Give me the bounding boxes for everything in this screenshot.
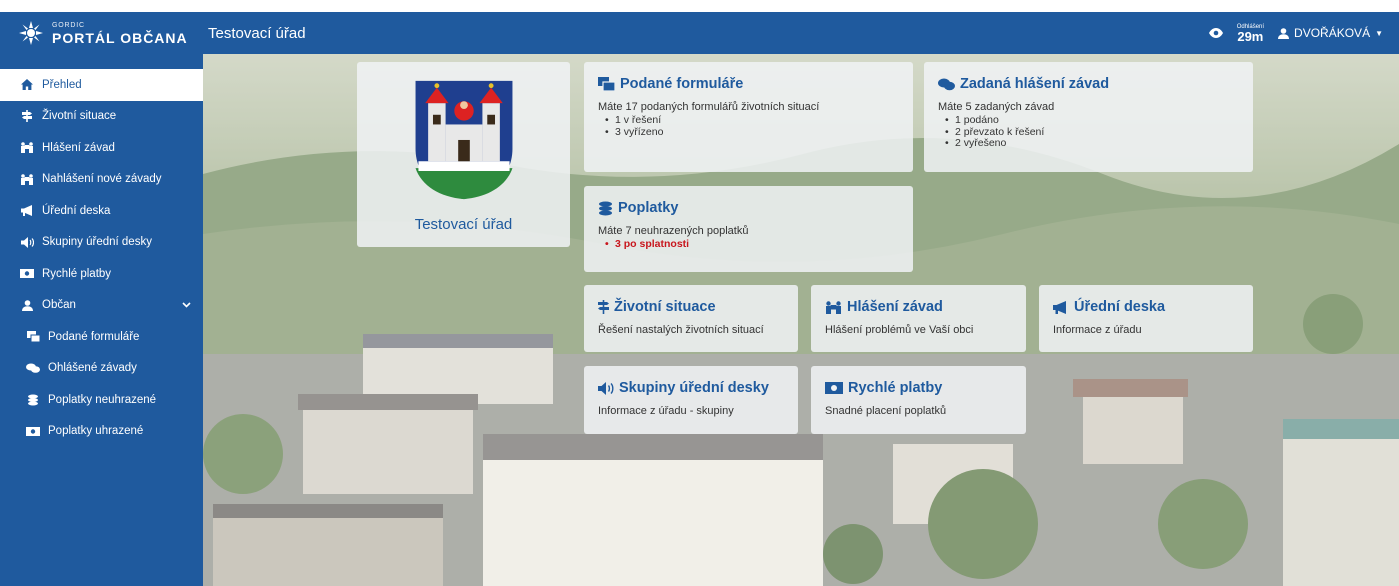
fees-title: Poplatky xyxy=(618,200,679,216)
app-header: GORDIC PORTÁL OBČANA Testovací úřad Odhl… xyxy=(0,12,1399,54)
logout-timer-value: 29m xyxy=(1237,28,1264,44)
tile-notice-board[interactable]: Úřední deska Informace z úřadu xyxy=(1039,285,1253,352)
sidebar-item-label: Nahlášení nové závady xyxy=(42,173,162,186)
sidebar-item-life-situations[interactable]: Životní situace xyxy=(0,101,203,133)
municipality-card[interactable]: Testovací úřad xyxy=(357,62,570,247)
sidebar-item-label: Životní situace xyxy=(42,110,117,123)
reported-defects-card[interactable]: Zadaná hlášení závad Máte 5 zadaných záv… xyxy=(924,62,1253,172)
speaker-icon xyxy=(18,236,36,248)
list-item: 1 v řešení xyxy=(598,114,899,127)
sidebar-item-label: Poplatky uhrazené xyxy=(48,425,144,438)
user-name: DVOŘÁKOVÁ xyxy=(1294,26,1371,40)
signpost-icon xyxy=(598,300,609,314)
tile-description: Hlášení problémů ve Vaší obci xyxy=(825,324,974,336)
logout-timer: Odhlášení 29m xyxy=(1237,24,1264,43)
sidebar-item-label: Ohlášené závady xyxy=(48,362,137,375)
home-icon xyxy=(18,79,36,91)
municipality-name: Testovací úřad xyxy=(414,216,513,233)
sidebar-item-label: Úřední deska xyxy=(42,204,111,217)
top-strip xyxy=(0,0,1399,12)
eye-icon[interactable] xyxy=(1208,28,1223,38)
sidebar-item-quick-payments[interactable]: Rychlé platby xyxy=(0,258,203,290)
sidebar-item-notice-board[interactable]: Úřední deska xyxy=(0,195,203,227)
money-bill-icon xyxy=(825,382,843,394)
tile-description: Informace z úřadu xyxy=(1053,324,1142,336)
comments-icon xyxy=(24,363,42,374)
tile-life-situations[interactable]: Životní situace Řešení nastalých životní… xyxy=(584,285,798,352)
sidebar-item-label: Přehled xyxy=(42,78,82,91)
sidebar-item-submitted-forms[interactable]: Podané formuláře xyxy=(0,321,203,353)
fees-summary: Máte 7 neuhrazených poplatků xyxy=(598,225,749,237)
reported-defects-summary: Máte 5 zadaných závad xyxy=(938,101,1055,113)
caret-down-icon: ▼ xyxy=(1375,28,1383,38)
coins-icon xyxy=(599,201,612,215)
tile-title: Skupiny úřední desky xyxy=(619,380,769,396)
main-content: Testovací úřad Podané formuláře Máte 17 … xyxy=(203,54,1399,586)
user-menu[interactable]: DVOŘÁKOVÁ ▼ xyxy=(1278,26,1383,40)
sidebar-item-paid-fees[interactable]: Poplatky uhrazené xyxy=(0,416,203,448)
coat-of-arms-icon xyxy=(415,80,512,200)
gordic-logo-icon xyxy=(19,21,43,45)
office-title: Testovací úřad xyxy=(208,24,306,42)
user-icon xyxy=(18,299,36,311)
sidebar-item-unpaid-fees[interactable]: Poplatky neuhrazené xyxy=(0,384,203,416)
sidebar-item-label: Poplatky neuhrazené xyxy=(48,393,157,406)
sidebar-item-label: Podané formuláře xyxy=(48,330,140,343)
money-bill-icon xyxy=(24,426,42,436)
logo-title: PORTÁL OBČANA xyxy=(52,29,188,46)
tile-title: Hlášení závad xyxy=(847,299,943,315)
tile-title: Životní situace xyxy=(614,299,716,315)
sidebar-item-citizen[interactable]: Občan xyxy=(0,290,203,322)
sidebar-item-label: Občan xyxy=(42,299,76,312)
sidebar-item-board-groups[interactable]: Skupiny úřední desky xyxy=(0,227,203,259)
submitted-forms-card[interactable]: Podané formuláře Máte 17 podaných formul… xyxy=(584,62,913,172)
people-carry-icon xyxy=(18,173,36,185)
tile-title: Úřední deska xyxy=(1074,299,1166,315)
fees-card[interactable]: Poplatky Máte 7 neuhrazených poplatků 3 … xyxy=(584,186,913,272)
sidebar-item-new-defect[interactable]: Nahlášení nové závady xyxy=(0,164,203,196)
forms-icon xyxy=(24,331,42,343)
coins-icon xyxy=(24,394,42,406)
tile-description: Informace z úřadu - skupiny xyxy=(598,405,734,417)
sidebar: Přehled Životní situace Hlášení závad Na… xyxy=(0,54,203,586)
sidebar-item-reported-defects[interactable]: Ohlášené závady xyxy=(0,353,203,385)
submitted-forms-title: Podané formuláře xyxy=(620,76,744,92)
comments-icon xyxy=(938,78,955,90)
user-icon xyxy=(1278,27,1290,39)
sidebar-item-label: Hlášení závad xyxy=(42,141,115,154)
signpost-icon xyxy=(18,110,36,123)
sidebar-item-label: Rychlé platby xyxy=(42,267,112,280)
overdue-fees-item: 3 po splatnosti xyxy=(598,238,899,251)
tile-quick-payments[interactable]: Rychlé platby Snadné placení poplatků xyxy=(811,366,1026,434)
list-item: 3 vyřízeno xyxy=(598,126,899,139)
sidebar-item-defects[interactable]: Hlášení závad xyxy=(0,132,203,164)
submitted-forms-summary: Máte 17 podaných formulářů životních sit… xyxy=(598,101,820,113)
tile-board-groups[interactable]: Skupiny úřední desky Informace z úřadu -… xyxy=(584,366,798,434)
people-carry-icon xyxy=(18,142,36,154)
people-carry-icon xyxy=(826,300,841,314)
forms-icon xyxy=(598,77,615,91)
bullhorn-icon xyxy=(1053,300,1066,314)
tile-defect-reports[interactable]: Hlášení závad Hlášení problémů ve Vaší o… xyxy=(811,285,1026,352)
bullhorn-icon xyxy=(18,205,36,217)
logo-small-text: GORDIC xyxy=(52,21,85,29)
tile-description: Snadné placení poplatků xyxy=(825,405,947,417)
chevron-down-icon xyxy=(182,299,191,311)
sidebar-item-label: Skupiny úřední desky xyxy=(42,236,152,249)
list-item: 2 vyřešeno xyxy=(938,137,1239,150)
logo[interactable]: GORDIC PORTÁL OBČANA xyxy=(0,12,203,54)
tile-description: Řešení nastalých životních situací xyxy=(598,324,764,336)
sidebar-item-overview[interactable]: Přehled xyxy=(0,69,203,101)
speaker-icon xyxy=(598,381,614,395)
list-item: 1 podáno xyxy=(938,114,1239,127)
reported-defects-title: Zadaná hlášení závad xyxy=(960,76,1110,92)
tile-title: Rychlé platby xyxy=(848,380,943,396)
money-bill-icon xyxy=(18,269,36,279)
